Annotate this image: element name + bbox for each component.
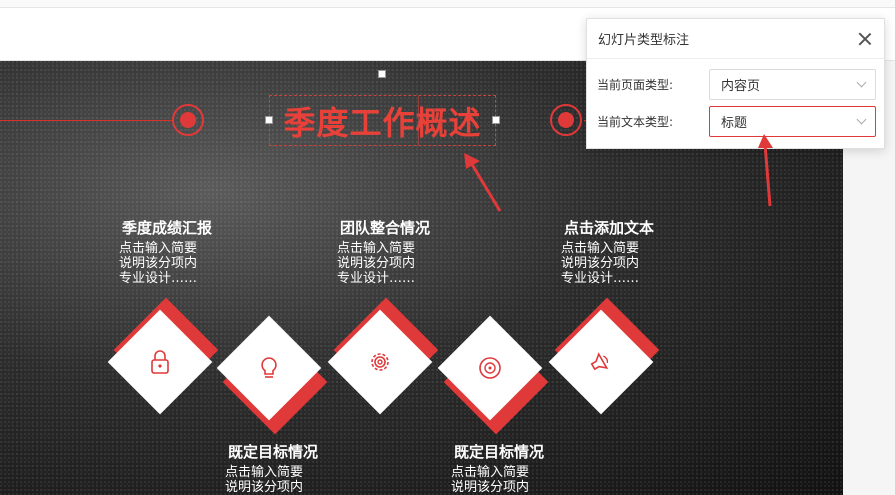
lock-icon xyxy=(151,350,169,374)
slide-title[interactable]: 季度工作概述 xyxy=(270,96,495,145)
resize-handle-left[interactable] xyxy=(265,116,273,124)
disc-icon xyxy=(479,357,501,379)
speaker-icon xyxy=(590,352,609,371)
annotation-arrow-select xyxy=(758,134,773,207)
left-target-icon xyxy=(172,104,204,136)
block-body-4[interactable]: 点击输入简要 说明该分项内 xyxy=(225,465,335,495)
top-strip xyxy=(0,0,895,8)
resize-handle-right[interactable] xyxy=(492,116,500,124)
rotate-handle[interactable] xyxy=(378,70,386,78)
diamond-3[interactable] xyxy=(320,297,440,422)
chevron-down-icon xyxy=(856,114,867,125)
diamond-4[interactable] xyxy=(430,308,550,435)
annotation-arrow-title xyxy=(464,153,502,212)
chevron-down-icon xyxy=(856,77,867,88)
text-type-label: 当前文本类型: xyxy=(597,115,674,129)
block-body-3[interactable]: 点击输入简要 说明该分项内 专业设计…… xyxy=(561,241,671,286)
text-type-select[interactable]: 标题 xyxy=(709,106,876,137)
left-deco-line xyxy=(0,120,172,121)
block-body-5[interactable]: 点击输入简要 说明该分项内 xyxy=(451,465,561,495)
diamond-2[interactable] xyxy=(209,308,329,435)
block-title-1[interactable]: 季度成绩汇报 xyxy=(122,217,212,238)
block-body-2[interactable]: 点击输入简要 说明该分项内 专业设计…… xyxy=(337,241,447,286)
diamond-1[interactable] xyxy=(100,297,220,422)
page-type-select[interactable]: 内容页 xyxy=(709,69,876,100)
block-body-1[interactable]: 点击输入简要 说明该分项内 专业设计…… xyxy=(119,241,229,286)
right-target-icon xyxy=(550,104,582,136)
block-title-2[interactable]: 团队整合情况 xyxy=(340,217,430,238)
block-title-3[interactable]: 点击添加文本 xyxy=(564,217,654,238)
block-title-4[interactable]: 既定目标情况 xyxy=(228,441,318,462)
block-title-5[interactable]: 既定目标情况 xyxy=(454,441,544,462)
gear-icon xyxy=(371,353,389,371)
lightbulb-icon xyxy=(261,357,277,378)
page-type-label: 当前页面类型: xyxy=(597,78,674,92)
panel-title: 幻灯片类型标注 xyxy=(598,33,690,48)
diamond-5[interactable] xyxy=(541,297,661,422)
slide-type-annotation-panel: 幻灯片类型标注 当前页面类型: 内容页 当前文本类型: 标题 xyxy=(586,18,885,149)
close-icon[interactable] xyxy=(858,32,872,46)
selected-title-textbox[interactable]: 季度工作概述 xyxy=(265,95,500,146)
